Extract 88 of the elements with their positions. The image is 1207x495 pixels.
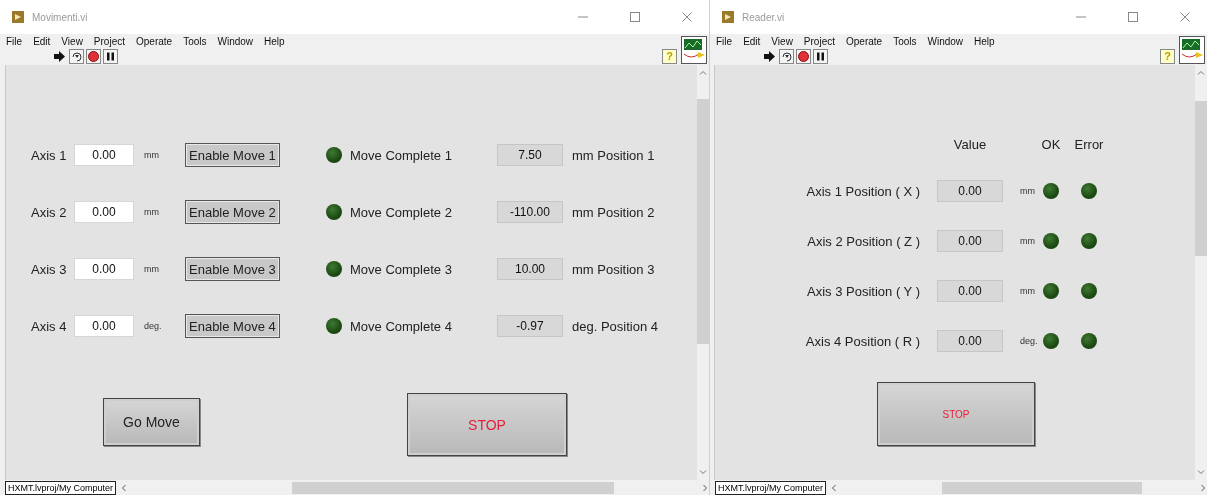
- project-path: HXMT.lvproj/My Computer: [5, 480, 117, 495]
- scroll-left-icon[interactable]: [830, 483, 839, 492]
- menu-item[interactable]: Project: [92, 35, 126, 47]
- axis-label: Axis 1: [31, 147, 68, 163]
- value-indicator: 0.00: [937, 180, 1003, 202]
- unit-label: mm: [1019, 286, 1036, 296]
- axis-input-field[interactable]: 0.00: [74, 315, 134, 337]
- go-move-button[interactable]: Go Move: [103, 398, 200, 446]
- axis-position-label: Axis 3 Position ( Y ): [806, 283, 920, 299]
- axis-label: Axis 4: [31, 318, 68, 334]
- abort-icon[interactable]: [796, 49, 811, 64]
- column-header: OK: [1040, 137, 1062, 152]
- window-title: Reader.vi: [742, 11, 786, 23]
- scroll-down-icon[interactable]: [1197, 468, 1205, 476]
- axis-label: Axis 2: [31, 204, 68, 220]
- menu-item[interactable]: Operate: [845, 35, 884, 47]
- app-icon: [12, 11, 24, 23]
- value-indicator: 0.00: [937, 280, 1003, 302]
- menu-item[interactable]: Help: [263, 35, 286, 47]
- menu-item[interactable]: Help: [973, 35, 996, 47]
- menu-item[interactable]: Tools: [892, 35, 918, 47]
- position-indicator: 10.00: [497, 258, 563, 280]
- enable-move-button[interactable]: Enable Move 2: [185, 200, 280, 224]
- position-label: deg. Position 4: [571, 318, 659, 334]
- scroll-down-icon[interactable]: [699, 468, 707, 476]
- run-continuously-icon[interactable]: [779, 49, 794, 64]
- menu-item[interactable]: File: [5, 35, 24, 47]
- window-title: Movimenti.vi: [32, 11, 89, 23]
- menu-item[interactable]: Edit: [32, 35, 52, 47]
- position-label: mm Position 3: [571, 261, 656, 277]
- maximize-icon[interactable]: [630, 12, 640, 22]
- menu-item[interactable]: View: [60, 35, 84, 47]
- scroll-up-icon[interactable]: [1197, 69, 1205, 77]
- run-continuously-icon[interactable]: [69, 49, 84, 64]
- value-indicator: 0.00: [937, 330, 1003, 352]
- menu-item[interactable]: Tools: [182, 35, 208, 47]
- close-icon[interactable]: [682, 12, 692, 22]
- axis-input-field[interactable]: 0.00: [74, 144, 134, 166]
- scroll-up-icon[interactable]: [699, 69, 707, 77]
- menu-item[interactable]: Edit: [742, 35, 762, 47]
- menu-item[interactable]: Operate: [135, 35, 174, 47]
- project-path: HXMT.lvproj/My Computer: [715, 480, 827, 495]
- position-indicator: -110.00: [497, 201, 563, 223]
- menu-item[interactable]: Window: [216, 35, 255, 47]
- axis-input-field[interactable]: 0.00: [74, 201, 134, 223]
- axis-input-field[interactable]: 0.00: [74, 258, 134, 280]
- position-label: mm Position 1: [571, 147, 656, 163]
- axis-position-label: Axis 4 Position ( R ): [804, 333, 920, 349]
- enable-move-button[interactable]: Enable Move 4: [185, 314, 280, 338]
- unit-label: mm: [1019, 186, 1036, 196]
- value-indicator: 0.00: [937, 230, 1003, 252]
- column-header: Value: [952, 137, 988, 152]
- pause-icon[interactable]: [103, 49, 118, 64]
- scroll-left-icon[interactable]: [120, 483, 129, 492]
- led-label: Move Complete 2: [349, 204, 453, 220]
- unit-label: mm: [1019, 236, 1036, 246]
- enable-move-button[interactable]: Enable Move 3: [185, 257, 280, 281]
- scroll-right-icon[interactable]: [701, 483, 709, 492]
- app-icon: [722, 11, 734, 23]
- position-indicator: -0.97: [497, 315, 563, 337]
- led-label: Move Complete 4: [349, 318, 453, 334]
- axis-position-label: Axis 1 Position ( X ): [805, 183, 920, 199]
- menu-item[interactable]: File: [715, 35, 734, 47]
- axis-position-label: Axis 2 Position ( Z ): [806, 233, 920, 249]
- axis-label: Axis 3: [31, 261, 68, 277]
- abort-icon[interactable]: [86, 49, 101, 64]
- enable-move-button[interactable]: Enable Move 1: [185, 143, 280, 167]
- unit-label: mm: [143, 264, 160, 274]
- unit-label: deg.: [143, 321, 163, 331]
- unit-label: deg.: [1019, 336, 1038, 346]
- menu-item[interactable]: View: [770, 35, 794, 47]
- run-arrow-icon[interactable]: [52, 49, 67, 64]
- scroll-right-icon[interactable]: [1199, 483, 1207, 492]
- menu-item[interactable]: Project: [802, 35, 836, 47]
- unit-label: mm: [143, 207, 160, 217]
- maximize-icon[interactable]: [1128, 12, 1138, 22]
- unit-label: mm: [143, 150, 160, 160]
- vi-icon: [681, 36, 707, 64]
- position-label: mm Position 2: [571, 204, 656, 220]
- column-header: Error: [1073, 137, 1105, 152]
- close-icon[interactable]: [1180, 12, 1190, 22]
- vi-icon: [1179, 36, 1205, 64]
- led-label: Move Complete 3: [349, 261, 453, 277]
- led-label: Move Complete 1: [349, 147, 453, 163]
- position-indicator: 7.50: [497, 144, 563, 166]
- menu-item[interactable]: Window: [926, 35, 965, 47]
- run-arrow-icon[interactable]: [762, 49, 777, 64]
- pause-icon[interactable]: [813, 49, 828, 64]
